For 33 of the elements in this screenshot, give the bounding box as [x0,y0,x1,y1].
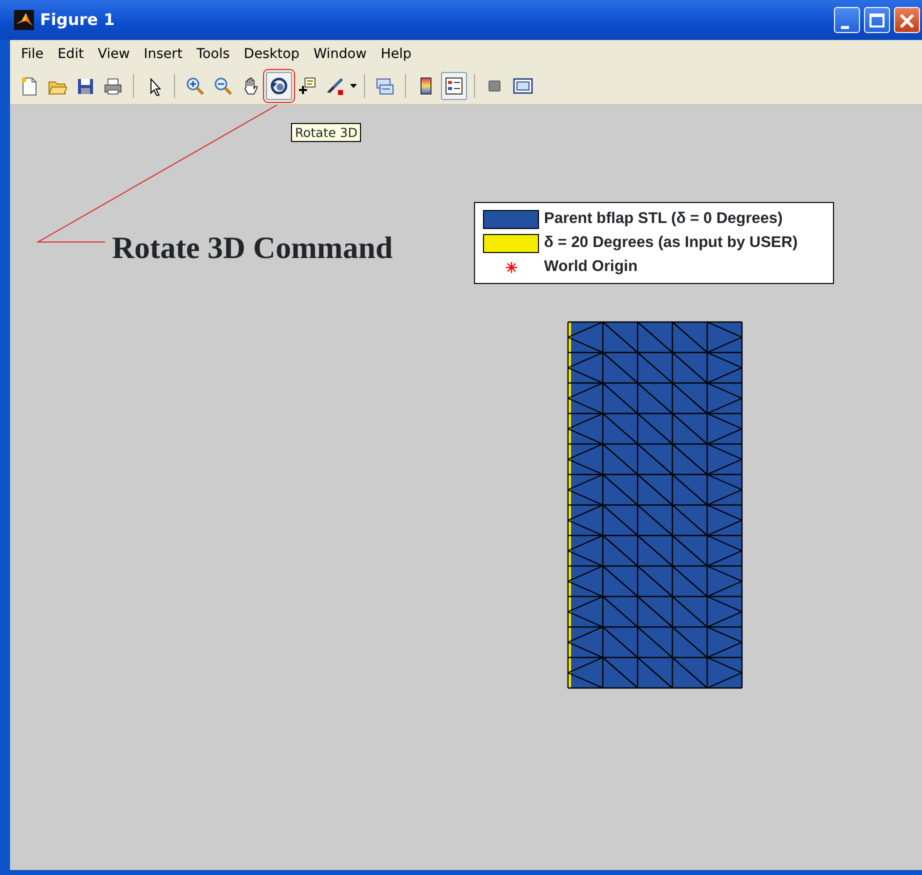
minimize-button[interactable] [834,7,860,33]
tooltip: Rotate 3D [291,123,362,142]
zoom-out-icon [213,76,233,96]
menu-item[interactable]: Insert [136,44,190,64]
menu-item[interactable]: View [90,44,137,64]
menu-item[interactable]: File [14,44,51,64]
save-icon [75,76,95,96]
maximize-button[interactable] [864,7,890,33]
menu-item[interactable]: Tools [190,44,237,64]
menu-item[interactable]: Help [374,44,418,64]
printer-icon [103,76,123,96]
menu-item[interactable]: Window [306,44,374,64]
menu-item[interactable]: Edit [50,44,91,64]
legend-label: Parent bflap STL (δ = 0 Degrees) [544,209,783,230]
minimize-icon [841,26,849,28]
annotation-text: Rotate 3D Command [112,229,393,267]
caret-icon[interactable] [350,84,357,88]
app-logo-icon [14,10,34,30]
linked-windows-icon [375,76,395,96]
legend-label: δ = 20 Degrees (as Input by USER) [544,233,798,254]
legend-button[interactable] [441,72,467,100]
rotate-button[interactable] [266,72,292,100]
close-button[interactable] [894,7,920,33]
brush-icon [325,76,345,96]
menu-item[interactable]: Desktop [236,44,306,64]
zoom-in-icon [185,76,205,96]
legend-label: World Origin [544,257,638,278]
window-title: Figure 1 [40,9,115,31]
data-cursor-icon [297,76,317,96]
new-file-icon [19,76,39,96]
rotate-icon [269,76,289,96]
legend-icon [444,76,464,96]
window-panes-icon [513,76,533,96]
